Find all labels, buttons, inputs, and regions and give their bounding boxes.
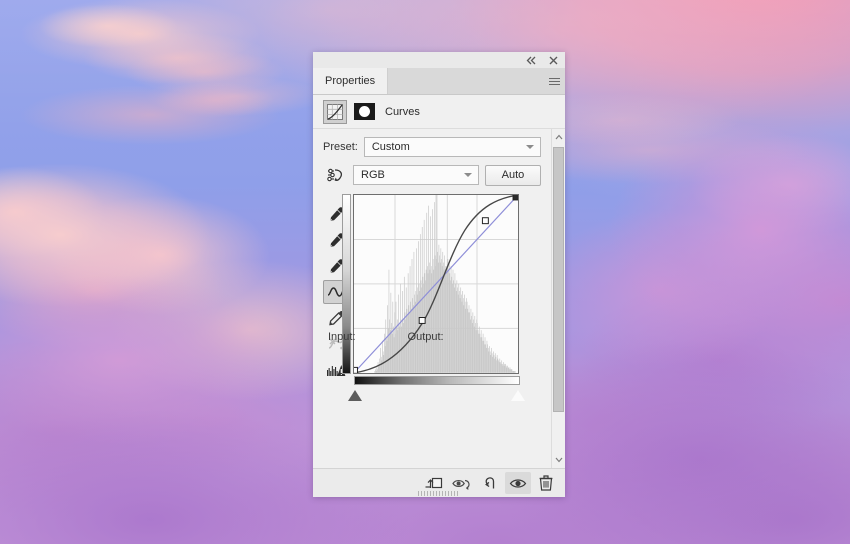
chevron-down-icon[interactable] bbox=[553, 454, 564, 466]
toggle-layer-visibility-button[interactable] bbox=[505, 472, 531, 494]
curve-control-point-shadow bbox=[418, 317, 426, 324]
panel-content: Preset: Custom RGB Auto Input: Output: bbox=[313, 129, 551, 468]
channel-dropdown[interactable]: RGB bbox=[353, 165, 479, 185]
output-label: Output: bbox=[407, 331, 444, 343]
curves-header: Curves bbox=[313, 95, 565, 129]
curves-graph[interactable] bbox=[348, 194, 525, 401]
trash-icon bbox=[539, 475, 553, 491]
curves-graph-wrapper bbox=[342, 194, 525, 401]
scrollbar-track[interactable] bbox=[553, 143, 564, 454]
scrollbar-thumb[interactable] bbox=[553, 147, 564, 412]
auto-button[interactable]: Auto bbox=[485, 164, 541, 186]
delete-adjustment-layer-button[interactable] bbox=[533, 472, 559, 494]
input-gradient-bar bbox=[354, 376, 520, 385]
black-point-slider[interactable] bbox=[348, 390, 362, 401]
chevron-up-icon[interactable] bbox=[553, 131, 564, 143]
input-output-row: Input: Output: bbox=[328, 331, 444, 343]
page-title: Curves bbox=[385, 105, 420, 118]
clip-to-layer-icon bbox=[425, 477, 443, 488]
preset-label: Preset: bbox=[323, 141, 358, 153]
chevron-down-icon bbox=[526, 145, 534, 149]
preset-value: Custom bbox=[371, 141, 410, 153]
reset-adjustment-button[interactable] bbox=[477, 472, 503, 494]
properties-panel: Properties Curves Preset: Custom RGB Aut… bbox=[313, 52, 565, 497]
panel-scrollbar[interactable] bbox=[551, 129, 565, 468]
eye-icon bbox=[509, 478, 527, 488]
channel-value: RGB bbox=[361, 169, 385, 181]
curves-editor bbox=[323, 194, 541, 401]
targeted-adjustment-tool-icon[interactable] bbox=[323, 164, 347, 186]
close-panel-button[interactable] bbox=[547, 54, 560, 67]
white-point-slider[interactable] bbox=[511, 390, 525, 401]
output-readout: Output: bbox=[408, 331, 444, 343]
curve-control-point-highlight bbox=[481, 217, 489, 225]
curves-plot bbox=[354, 195, 518, 373]
layer-mask-thumbnail[interactable] bbox=[354, 103, 375, 120]
tab-strip-filler bbox=[388, 68, 543, 94]
input-readout: Input: bbox=[328, 331, 356, 343]
hamburger-menu-icon bbox=[548, 76, 560, 87]
curves-adjustment-icon[interactable] bbox=[323, 99, 347, 124]
collapse-panel-button[interactable] bbox=[525, 54, 538, 67]
panel-resize-grip[interactable] bbox=[418, 491, 460, 496]
preset-row: Preset: Custom bbox=[323, 137, 541, 157]
panel-titlebar bbox=[313, 52, 565, 68]
eye-arrow-icon bbox=[452, 479, 470, 490]
auto-button-label: Auto bbox=[501, 169, 525, 181]
tab-properties[interactable]: Properties bbox=[313, 68, 389, 94]
screen: Properties Curves Preset: Custom RGB Aut… bbox=[0, 0, 850, 544]
output-gradient-bar bbox=[342, 194, 351, 374]
tab-properties-label: Properties bbox=[325, 75, 376, 87]
curve-control-point-white bbox=[512, 195, 518, 201]
reset-arrow-icon bbox=[485, 477, 495, 489]
panel-menu-button[interactable] bbox=[543, 68, 565, 94]
panel-tab-strip: Properties bbox=[313, 68, 565, 95]
chevron-down-icon bbox=[464, 173, 472, 177]
panel-body: Preset: Custom RGB Auto Input: Output: bbox=[313, 129, 565, 468]
input-label: Input: bbox=[328, 331, 356, 343]
channel-row: RGB Auto bbox=[323, 164, 541, 186]
curve-control-point-black bbox=[354, 366, 358, 373]
preset-dropdown[interactable]: Custom bbox=[363, 137, 541, 157]
